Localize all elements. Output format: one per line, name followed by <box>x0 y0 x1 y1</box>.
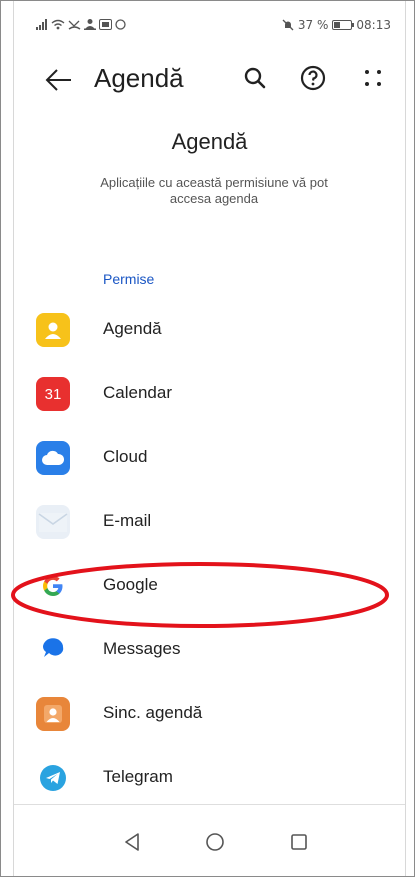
question-icon[interactable] <box>298 63 328 93</box>
list-item-contacts-sync[interactable]: Sinc. agendă <box>14 683 405 747</box>
user-icon <box>84 18 96 30</box>
app-toolbar: Agendă <box>14 59 405 103</box>
signal-icon <box>36 18 48 30</box>
telegram-icon <box>36 761 70 795</box>
list-item-contacts[interactable]: Agendă <box>14 299 405 363</box>
search-icon[interactable] <box>240 63 270 93</box>
app-label: Sinc. agendă <box>103 703 203 722</box>
list-item-cloud[interactable]: Cloud <box>14 427 405 491</box>
calendar-badge: 31 <box>44 385 62 403</box>
app-label: Google <box>103 575 158 594</box>
battery-icon <box>332 20 355 30</box>
screenshot-frame: 37 % 08:13 Agendă Agendă Aplicațiile cu … <box>0 0 415 877</box>
nfc-icon <box>99 18 112 30</box>
wifi-icon <box>51 19 65 30</box>
contacts-icon <box>36 313 70 347</box>
list-item-google[interactable]: Google <box>14 555 405 619</box>
section-label-allowed: Permise <box>103 271 155 287</box>
status-right-icons: 37 % 08:13 <box>282 18 391 32</box>
more-dots-icon[interactable] <box>358 63 388 93</box>
app-label: E-mail <box>103 511 152 530</box>
messages-icon <box>36 633 70 667</box>
list-item-email[interactable]: E-mail <box>14 491 405 555</box>
status-left-icons <box>36 18 126 30</box>
cloud-icon <box>36 441 70 475</box>
battery-percent: 37 % <box>297 18 329 32</box>
bell-muted-icon <box>282 19 294 31</box>
app-label: Cloud <box>103 447 148 466</box>
nav-back-icon[interactable] <box>120 829 146 855</box>
toolbar-title: Agendă <box>94 63 184 93</box>
nav-home-icon[interactable] <box>202 829 228 855</box>
clock: 08:13 <box>356 18 391 32</box>
phone-screen: 37 % 08:13 Agendă Agendă Aplicațiile cu … <box>13 1 406 876</box>
mail-icon <box>36 505 70 539</box>
missed-call-icon <box>68 19 81 30</box>
app-label: Agendă <box>103 319 162 338</box>
page-description: Aplicațiile cu această permisiune vă pot… <box>100 175 328 206</box>
list-item-calendar[interactable]: 31 Calendar <box>14 363 405 427</box>
list-item-messages[interactable]: Messages <box>14 619 405 683</box>
app-label: Messages <box>103 639 181 658</box>
google-icon <box>36 569 70 603</box>
calendar-icon: 31 <box>36 377 70 411</box>
list-item-telegram[interactable]: Telegram <box>14 747 405 811</box>
nav-recent-icon[interactable] <box>286 829 312 855</box>
status-bar: 37 % 08:13 <box>14 1 405 39</box>
arrow-left-icon[interactable] <box>44 65 74 95</box>
page-heading: Agendă <box>171 129 248 154</box>
contacts-sync-icon <box>36 697 70 731</box>
app-label: Calendar <box>103 383 172 402</box>
navigation-bar <box>14 805 405 876</box>
app-label: Telegram <box>103 767 173 786</box>
circle-icon <box>115 18 126 30</box>
